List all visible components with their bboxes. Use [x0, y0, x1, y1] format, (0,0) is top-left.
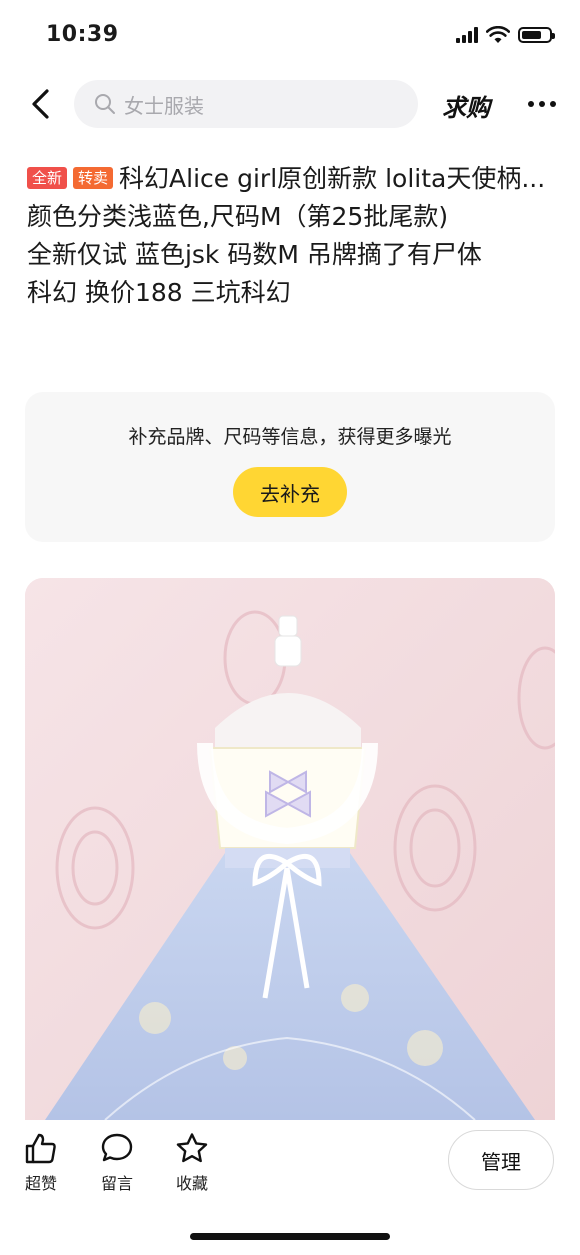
thumbs-up-icon: [25, 1133, 56, 1164]
supplement-text: 补充品牌、尺码等信息，获得更多曝光: [128, 426, 452, 448]
star-icon: [176, 1133, 208, 1163]
manage-button[interactable]: 管理: [448, 1130, 554, 1190]
wifi-icon: [486, 26, 510, 43]
listing-line: 颜色分类浅蓝色,尺码M（第25批尾款): [27, 202, 449, 231]
chevron-left-icon: [32, 89, 49, 119]
product-photo[interactable]: [25, 578, 555, 1120]
more-dots-icon: [528, 101, 534, 107]
status-icons: [456, 26, 555, 44]
cellular-signal-icon: [456, 27, 478, 43]
listing-title: 科幻Alice girl原创新款 lolita天使柄...: [119, 164, 546, 193]
search-placeholder: 女士服装: [124, 93, 204, 118]
tag-resale-badge: 转卖: [73, 167, 114, 189]
supplement-button[interactable]: 去补充: [233, 467, 347, 517]
like-label: 超赞: [24, 1174, 57, 1193]
like-button[interactable]: 超赞: [24, 1132, 58, 1194]
nav-bar: 女士服装 求购: [0, 78, 580, 130]
status-time: 10:39: [46, 22, 119, 47]
listing-line: 全新仅试 蓝色jsk 码数M 吊牌摘了有尸体: [27, 240, 482, 269]
search-icon: [95, 94, 115, 114]
comment-label: 留言: [100, 1174, 133, 1193]
comment-bubble-icon: [101, 1133, 133, 1162]
battery-icon: [518, 27, 555, 43]
status-bar: 10:39: [0, 0, 580, 70]
listing-line: 科幻 换价188 三坑科幻: [27, 278, 291, 307]
qiugou-button[interactable]: 求购: [442, 88, 490, 123]
more-button[interactable]: [522, 90, 562, 118]
comment-button[interactable]: 留言: [100, 1132, 134, 1194]
search-input[interactable]: 女士服装: [74, 80, 418, 128]
favorite-label: 收藏: [175, 1174, 208, 1193]
favorite-button[interactable]: 收藏: [175, 1132, 209, 1194]
home-indicator: [190, 1233, 390, 1240]
listing-description: 全新 转卖 科幻Alice girl原创新款 lolita天使柄... 颜色分类浅蓝…: [27, 160, 555, 312]
dress-illustration: [25, 578, 555, 1120]
back-button[interactable]: [20, 84, 60, 124]
tag-new-badge: 全新: [27, 167, 68, 189]
bottom-action-bar: 超赞 留言 收藏 管理: [0, 1120, 580, 1255]
